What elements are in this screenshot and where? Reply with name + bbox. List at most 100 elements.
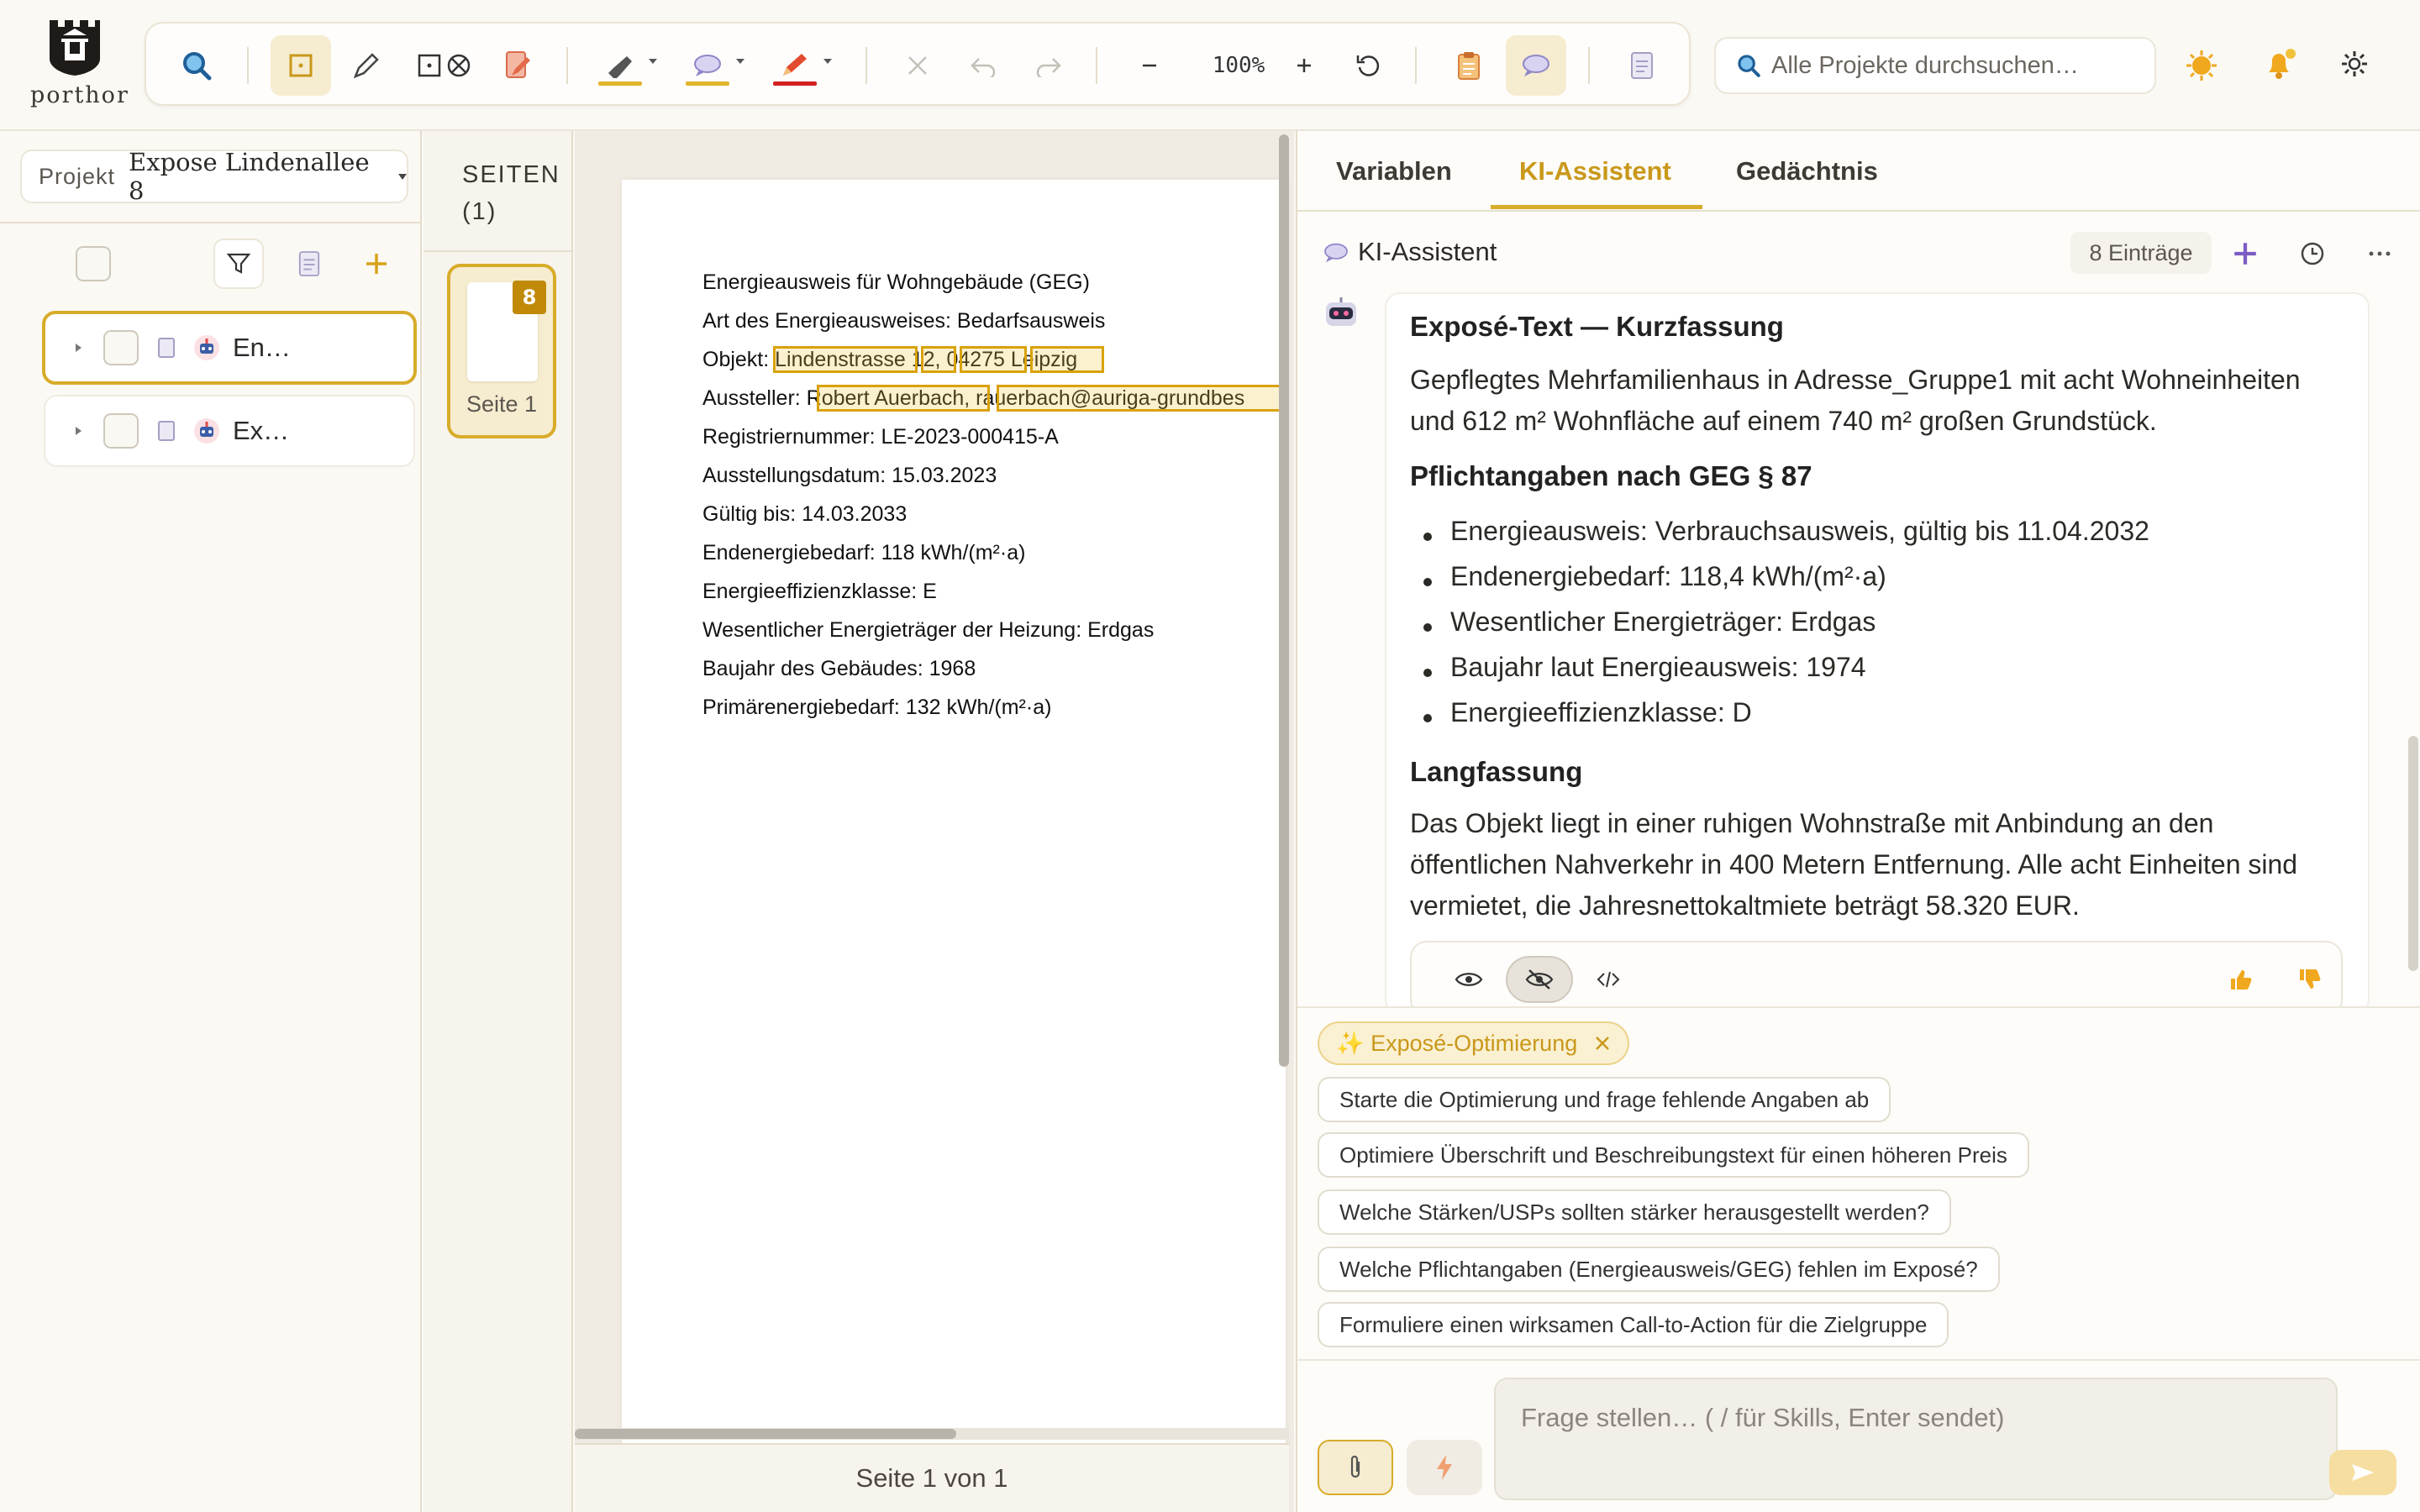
close-icon — [908, 56, 927, 75]
chevron-down-icon — [398, 173, 407, 180]
highlighter-icon — [608, 56, 632, 78]
magnifier-icon — [1738, 55, 1760, 77]
tab-memory[interactable]: Gedächtnis — [1736, 156, 1878, 186]
send-button[interactable] — [2329, 1450, 2396, 1495]
highlight-annotation[interactable] — [817, 385, 990, 412]
tree-item[interactable]: Ex… — [44, 395, 415, 467]
redo-icon — [1036, 58, 1061, 77]
add-document-button[interactable] — [356, 244, 397, 284]
page-view-button[interactable] — [1612, 35, 1672, 96]
clipboard-button[interactable] — [1439, 35, 1499, 96]
message-heading: Langfassung — [1410, 756, 1583, 787]
redo-button[interactable] — [1018, 35, 1079, 96]
notes-button[interactable] — [291, 245, 328, 282]
highlight-annotation[interactable] — [773, 346, 918, 373]
tab-variables[interactable]: Variablen — [1336, 156, 1452, 186]
message-paragraph: Gepflegtes Mehrfamilienhaus in Adresse_G… — [1410, 365, 2301, 436]
delete-button[interactable] — [887, 35, 948, 96]
search-tool-button[interactable] — [166, 35, 227, 96]
show-button[interactable] — [1445, 956, 1492, 1003]
thumbs-up-button[interactable] — [2217, 956, 2264, 1003]
suggestion-chip[interactable]: Starte die Optimierung und frage fehlend… — [1318, 1077, 1891, 1122]
tree-item[interactable]: En… — [42, 311, 417, 385]
history-button[interactable] — [2292, 234, 2333, 274]
chat-history: Exposé-Text — Kurzfassung Gepflegtes Meh… — [1297, 292, 2420, 1006]
horizontal-scrollbar[interactable] — [575, 1428, 1289, 1440]
theme-toggle-button[interactable] — [2178, 42, 2225, 89]
assistant-toggle-button[interactable] — [1506, 35, 1566, 96]
edit-document-icon — [506, 51, 530, 78]
list-item: Endenergiebedarf: 118,4 kWh/(m²·a) — [1450, 561, 1886, 591]
select-tool-button[interactable] — [271, 35, 331, 96]
chat-scrollbar[interactable] — [2408, 736, 2418, 971]
suggestion-chip[interactable]: Welche Stärken/USPs sollten stärker hera… — [1318, 1189, 1951, 1235]
right-panel: Variablen KI-Assistent Gedächtnis KI-Ass… — [1296, 131, 2420, 1512]
more-options-button[interactable] — [2360, 234, 2400, 274]
doc-line: Primärenergiebedarf: 132 kWh/(m²·a) — [702, 696, 1052, 719]
close-icon[interactable] — [1594, 1035, 1611, 1052]
speech-bubble-icon — [1324, 243, 1348, 263]
question-input[interactable] — [1494, 1378, 2338, 1500]
pen-tool-button[interactable] — [336, 35, 397, 96]
thumbs-down-icon — [2300, 969, 2321, 989]
highlight-annotation[interactable] — [1030, 346, 1104, 373]
item-checkbox[interactable] — [103, 413, 139, 449]
expand-icon[interactable] — [76, 344, 82, 352]
filter-icon — [226, 253, 251, 274]
eye-icon — [1455, 973, 1483, 986]
logo[interactable]: porthor — [30, 17, 128, 118]
suggestion-chip[interactable]: Formuliere einen wirksamen Call-to-Actio… — [1318, 1302, 1949, 1347]
list-item: Baujahr laut Energieausweis: 1974 — [1450, 652, 1866, 682]
undo-icon — [971, 58, 996, 77]
minus-icon — [1143, 64, 1156, 67]
more-icon — [2369, 251, 2391, 256]
sun-icon — [2186, 50, 2217, 81]
highlight-annotation[interactable] — [921, 346, 956, 373]
reset-view-button[interactable] — [1338, 35, 1398, 96]
hide-button[interactable] — [1506, 956, 1573, 1003]
document-icon — [157, 420, 176, 442]
highlight-annotation[interactable] — [997, 385, 1286, 412]
search-input[interactable] — [1771, 51, 2141, 80]
document-icon — [1631, 52, 1653, 79]
undo-button[interactable] — [953, 35, 1013, 96]
assistant-message: Exposé-Text — Kurzfassung Gepflegtes Meh… — [1385, 292, 2370, 1006]
expand-icon[interactable] — [76, 427, 82, 435]
clock-icon — [2301, 242, 2324, 265]
highlight-annotation[interactable] — [960, 346, 1027, 373]
zoom-out-button[interactable] — [1119, 35, 1180, 96]
notifications-button[interactable] — [2254, 39, 2304, 89]
magnifier-icon — [183, 52, 212, 81]
filter-button[interactable] — [213, 239, 264, 289]
source-button[interactable] — [1585, 956, 1632, 1003]
select-all-checkbox[interactable] — [76, 246, 111, 281]
settings-button[interactable] — [2334, 44, 2375, 84]
global-search[interactable] — [1714, 37, 2156, 94]
scroll-thumb[interactable] — [575, 1429, 956, 1439]
zoom-in-button[interactable] — [1274, 35, 1334, 96]
doc-line: Ausstellungsdatum: 15.03.2023 — [702, 464, 997, 487]
new-chat-button[interactable] — [2225, 234, 2265, 274]
active-skill-chip[interactable]: ✨ Exposé-Optimierung — [1318, 1021, 1630, 1065]
comment-tool-button[interactable] — [677, 35, 744, 96]
highlighter-tool-button[interactable] — [590, 35, 657, 96]
page-thumbnail[interactable]: 8 Seite 1 — [447, 264, 556, 438]
message-heading: Pflichtangaben nach GEG § 87 — [1410, 460, 1812, 491]
suggestion-chip[interactable]: Optimiere Überschrift und Beschreibungst… — [1318, 1132, 2029, 1178]
skills-button[interactable] — [1407, 1440, 1482, 1495]
entries-count-badge: 8 Einträge — [2070, 232, 2212, 274]
redact-tool-button[interactable] — [407, 35, 482, 96]
plus-icon — [2234, 243, 2256, 265]
tab-ai-assistant[interactable]: KI-Assistent — [1519, 156, 1671, 186]
message-heading: Exposé-Text — Kurzfassung — [1410, 311, 1784, 342]
edit-doc-button[interactable] — [487, 35, 548, 96]
attach-button[interactable] — [1318, 1440, 1393, 1495]
suggestion-chip[interactable]: Welche Pflichtangaben (Energieausweis/GE… — [1318, 1247, 2000, 1292]
item-checkbox[interactable] — [103, 330, 139, 365]
project-selector[interactable]: Projekt Expose Lindenallee 8 — [20, 148, 408, 205]
doc-line: Endenergiebedarf: 118 kWh/(m²·a) — [702, 541, 1026, 564]
color-pen-tool-button[interactable] — [765, 35, 832, 96]
doc-line: Energieeffizienzklasse: E — [702, 580, 937, 603]
thumbs-down-button[interactable] — [2286, 956, 2333, 1003]
vertical-scrollbar[interactable] — [1279, 134, 1289, 1067]
